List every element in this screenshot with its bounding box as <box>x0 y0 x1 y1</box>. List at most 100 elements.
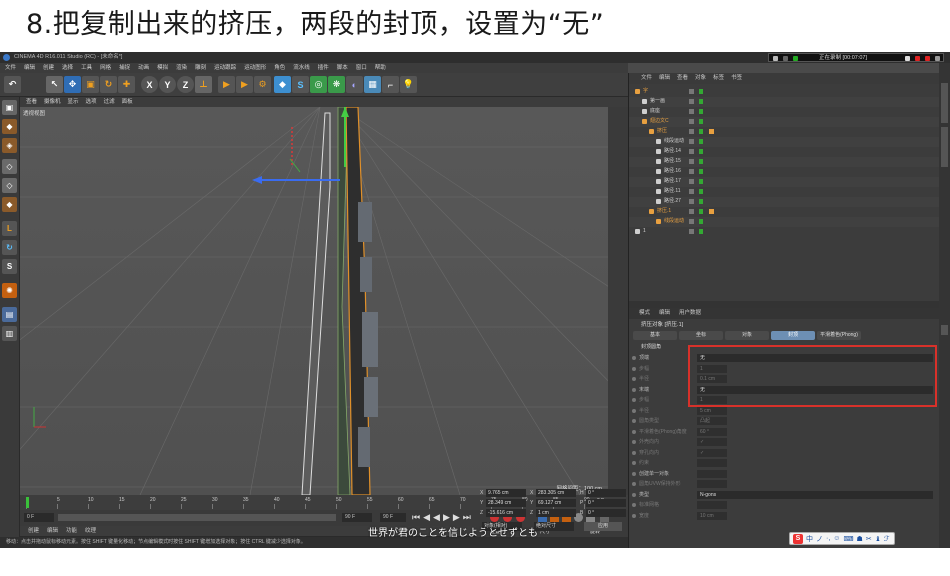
range-slider[interactable] <box>58 514 336 521</box>
apply-button[interactable]: 应用 <box>584 522 622 531</box>
attr-tab-1[interactable]: 坐标 <box>679 331 723 340</box>
menu-icon[interactable] <box>935 56 940 61</box>
enable-check-icon[interactable] <box>699 149 703 154</box>
material-menu-item[interactable]: 功能 <box>66 526 77 536</box>
enable-check-icon[interactable] <box>699 99 703 104</box>
locked-workplane-icon[interactable]: ▥ <box>2 326 17 341</box>
visibility-dots-icon[interactable] <box>689 199 694 204</box>
menu-item[interactable]: 创建 <box>43 63 54 73</box>
light-icon[interactable]: 💡 <box>400 76 417 93</box>
enable-check-icon[interactable] <box>699 129 703 134</box>
object-row[interactable]: 路径.15 <box>629 157 940 167</box>
visibility-dots-icon[interactable] <box>689 129 694 134</box>
coord-size-dropdown[interactable]: 绝对尺寸 <box>534 522 574 531</box>
menu-item[interactable]: 窗口 <box>356 63 367 73</box>
property-field[interactable]: 5 cm <box>697 406 727 415</box>
visibility-dots-icon[interactable] <box>689 229 694 234</box>
enable-check-icon[interactable] <box>699 159 703 164</box>
coord-value-field[interactable]: -15.616 cm <box>486 509 526 517</box>
viewport-menu-item[interactable]: 面板 <box>122 97 133 107</box>
pen-icon[interactable] <box>773 56 778 61</box>
om-menu-item[interactable]: 对象 <box>695 73 706 84</box>
enable-check-icon[interactable] <box>699 189 703 194</box>
render-view-icon[interactable]: ▶ <box>218 76 235 93</box>
ime-button-icon[interactable]: ♝ <box>875 535 881 543</box>
viewport-menu-item[interactable]: 选项 <box>86 97 97 107</box>
attributes-side-tab[interactable] <box>941 325 948 335</box>
coord-value-field[interactable]: 9.765 cm <box>486 489 526 497</box>
ime-button-icon[interactable]: ☺ <box>833 535 840 542</box>
object-row[interactable]: 字 <box>629 87 940 97</box>
attr-tab-0[interactable]: 基本 <box>633 331 677 340</box>
x-axis-icon[interactable]: X <box>141 76 158 93</box>
workplane-icon[interactable]: ▤ <box>2 307 17 322</box>
menu-item[interactable]: 模拟 <box>157 63 168 73</box>
enable-check-icon[interactable] <box>699 219 703 224</box>
menu-item[interactable]: 角色 <box>274 63 285 73</box>
ime-toolbar[interactable]: S 中ノ ·, ☺ ⌨ ☗ ✂ ♝ ℱ <box>789 532 895 545</box>
property-field[interactable] <box>697 469 727 478</box>
ime-button-icon[interactable]: 中 <box>806 534 813 544</box>
tweak-mode-icon[interactable]: ↻ <box>2 240 17 255</box>
move-tool-icon[interactable]: ✥ <box>64 76 81 93</box>
visibility-dots-icon[interactable] <box>689 139 694 144</box>
add-tool-icon[interactable]: ✚ <box>118 76 135 93</box>
enable-check-icon[interactable] <box>699 169 703 174</box>
property-field[interactable]: ✓ <box>697 448 727 457</box>
attr-tab-4[interactable]: 平滑着色(Phong) <box>817 331 861 340</box>
floor-icon[interactable]: ▦ <box>364 76 381 93</box>
ime-button-icon[interactable]: ·, <box>826 535 830 542</box>
object-row[interactable]: 翅边文C <box>629 117 940 127</box>
object-row[interactable]: 路径.11 <box>629 187 940 197</box>
scale-tool-icon[interactable]: ▣ <box>82 76 99 93</box>
visibility-dots-icon[interactable] <box>689 169 694 174</box>
object-row[interactable]: 挤压.1 <box>629 207 940 217</box>
visibility-dots-icon[interactable] <box>689 149 694 154</box>
snap-icon[interactable]: S <box>2 259 17 274</box>
property-field[interactable]: 10 cm <box>697 511 727 520</box>
edges-mode-icon[interactable]: ◇ <box>2 178 17 193</box>
visibility-dots-icon[interactable] <box>689 119 694 124</box>
menu-item[interactable]: 运动跟踪 <box>214 63 236 73</box>
om-menu-item[interactable]: 书签 <box>731 73 742 84</box>
om-menu-item[interactable]: 编辑 <box>659 73 670 84</box>
property-dropdown[interactable]: N-gons <box>697 490 933 499</box>
object-row[interactable]: 路径.27 <box>629 197 940 207</box>
om-menu-item[interactable]: 文件 <box>641 73 652 84</box>
property-field[interactable]: 凸起 <box>697 417 727 425</box>
object-row[interactable]: 底座 <box>629 107 940 117</box>
playhead[interactable] <box>26 497 29 508</box>
coordinate-system-icon[interactable]: ⊥ <box>195 76 212 93</box>
model-mode-icon[interactable]: ◆ <box>2 119 17 134</box>
object-row[interactable]: 路径.16 <box>629 167 940 177</box>
points-mode-icon[interactable]: ◇ <box>2 159 17 174</box>
property-field[interactable]: 60 ° <box>697 427 727 436</box>
axis-mode-icon[interactable]: L <box>2 221 17 236</box>
enable-check-icon[interactable] <box>699 109 703 114</box>
object-row[interactable]: 第一画 <box>629 97 940 107</box>
attr-menu-item[interactable]: 编辑 <box>659 308 670 319</box>
camera-object-icon[interactable]: ⌐ <box>382 76 399 93</box>
menu-item[interactable]: 捕捉 <box>119 63 130 73</box>
viewport-menu-item[interactable]: 查看 <box>26 97 37 107</box>
visibility-dots-icon[interactable] <box>689 109 694 114</box>
visibility-dots-icon[interactable] <box>689 209 694 214</box>
visibility-dots-icon[interactable] <box>689 89 694 94</box>
property-field[interactable]: ✓ <box>697 438 727 446</box>
enable-check-icon[interactable] <box>699 229 703 234</box>
enable-check-icon[interactable] <box>699 139 703 144</box>
enable-check-icon[interactable] <box>699 89 703 94</box>
viewport-menu-item[interactable]: 显示 <box>68 97 79 107</box>
enable-check-icon[interactable] <box>699 209 703 214</box>
material-menu-item[interactable]: 创建 <box>28 526 39 536</box>
ime-button-icon[interactable]: ⌨ <box>843 535 853 543</box>
array-icon[interactable]: ❋ <box>328 76 345 93</box>
subdivision-icon[interactable]: ◎ <box>310 76 327 93</box>
render-picture-viewer-icon[interactable]: ▶ <box>236 76 253 93</box>
object-row[interactable]: 线段运动 <box>629 137 940 147</box>
menu-item[interactable]: 工具 <box>81 63 92 73</box>
menu-item[interactable]: 选择 <box>62 63 73 73</box>
coord-value-field[interactable]: 0 ° <box>586 489 626 497</box>
ime-button-icon[interactable]: ノ <box>816 534 823 544</box>
enable-check-icon[interactable] <box>699 179 703 184</box>
